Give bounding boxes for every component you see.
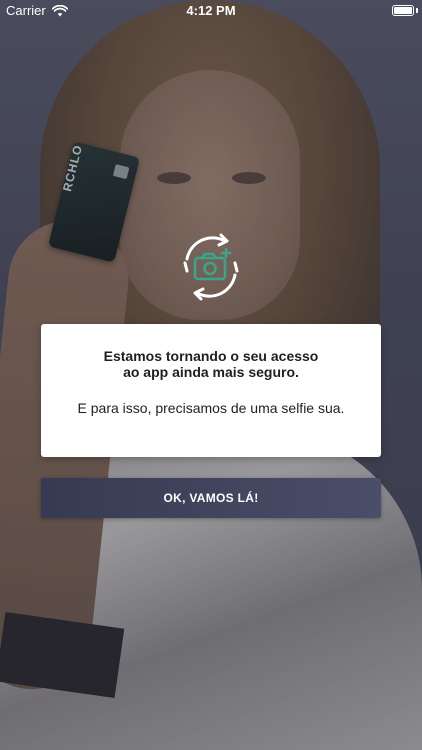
battery-tip xyxy=(416,8,418,13)
screen: RCHLO Carrier 4:12 PM Estamos tornando o… xyxy=(0,0,422,750)
selfie-camera-refresh-icon xyxy=(183,233,239,301)
info-dialog: Estamos tornando o seu acesso ao app ain… xyxy=(41,324,381,457)
dialog-title-line-1: Estamos tornando o seu acesso xyxy=(103,348,319,364)
battery-level xyxy=(394,7,412,14)
status-bar: Carrier 4:12 PM xyxy=(0,0,422,22)
status-time: 4:12 PM xyxy=(186,3,236,18)
dialog-message: E para isso, precisamos de uma selfie su… xyxy=(77,400,345,416)
ok-button[interactable]: OK, VAMOS LÁ! xyxy=(41,478,381,518)
dialog-title: Estamos tornando o seu acesso ao app ain… xyxy=(81,348,341,380)
battery-icon xyxy=(392,5,414,16)
dialog-title-line-2: ao app ainda mais seguro. xyxy=(123,364,299,380)
